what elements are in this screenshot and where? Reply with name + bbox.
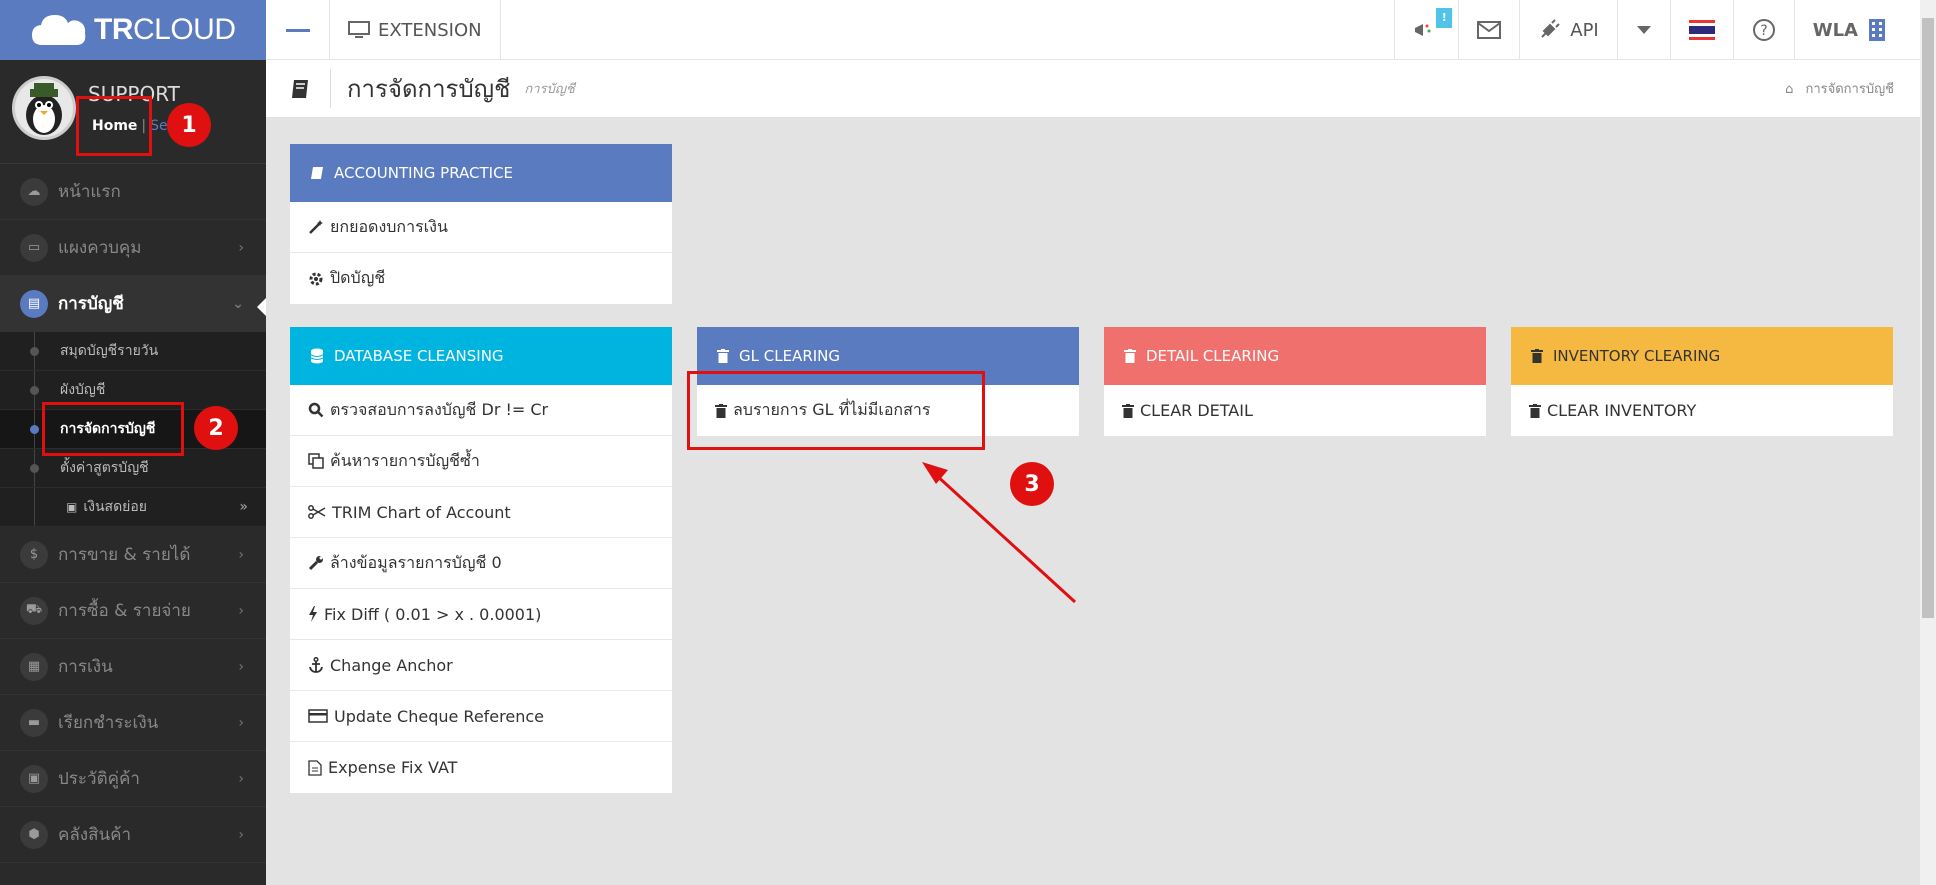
annotation-arrow [922,462,1077,604]
